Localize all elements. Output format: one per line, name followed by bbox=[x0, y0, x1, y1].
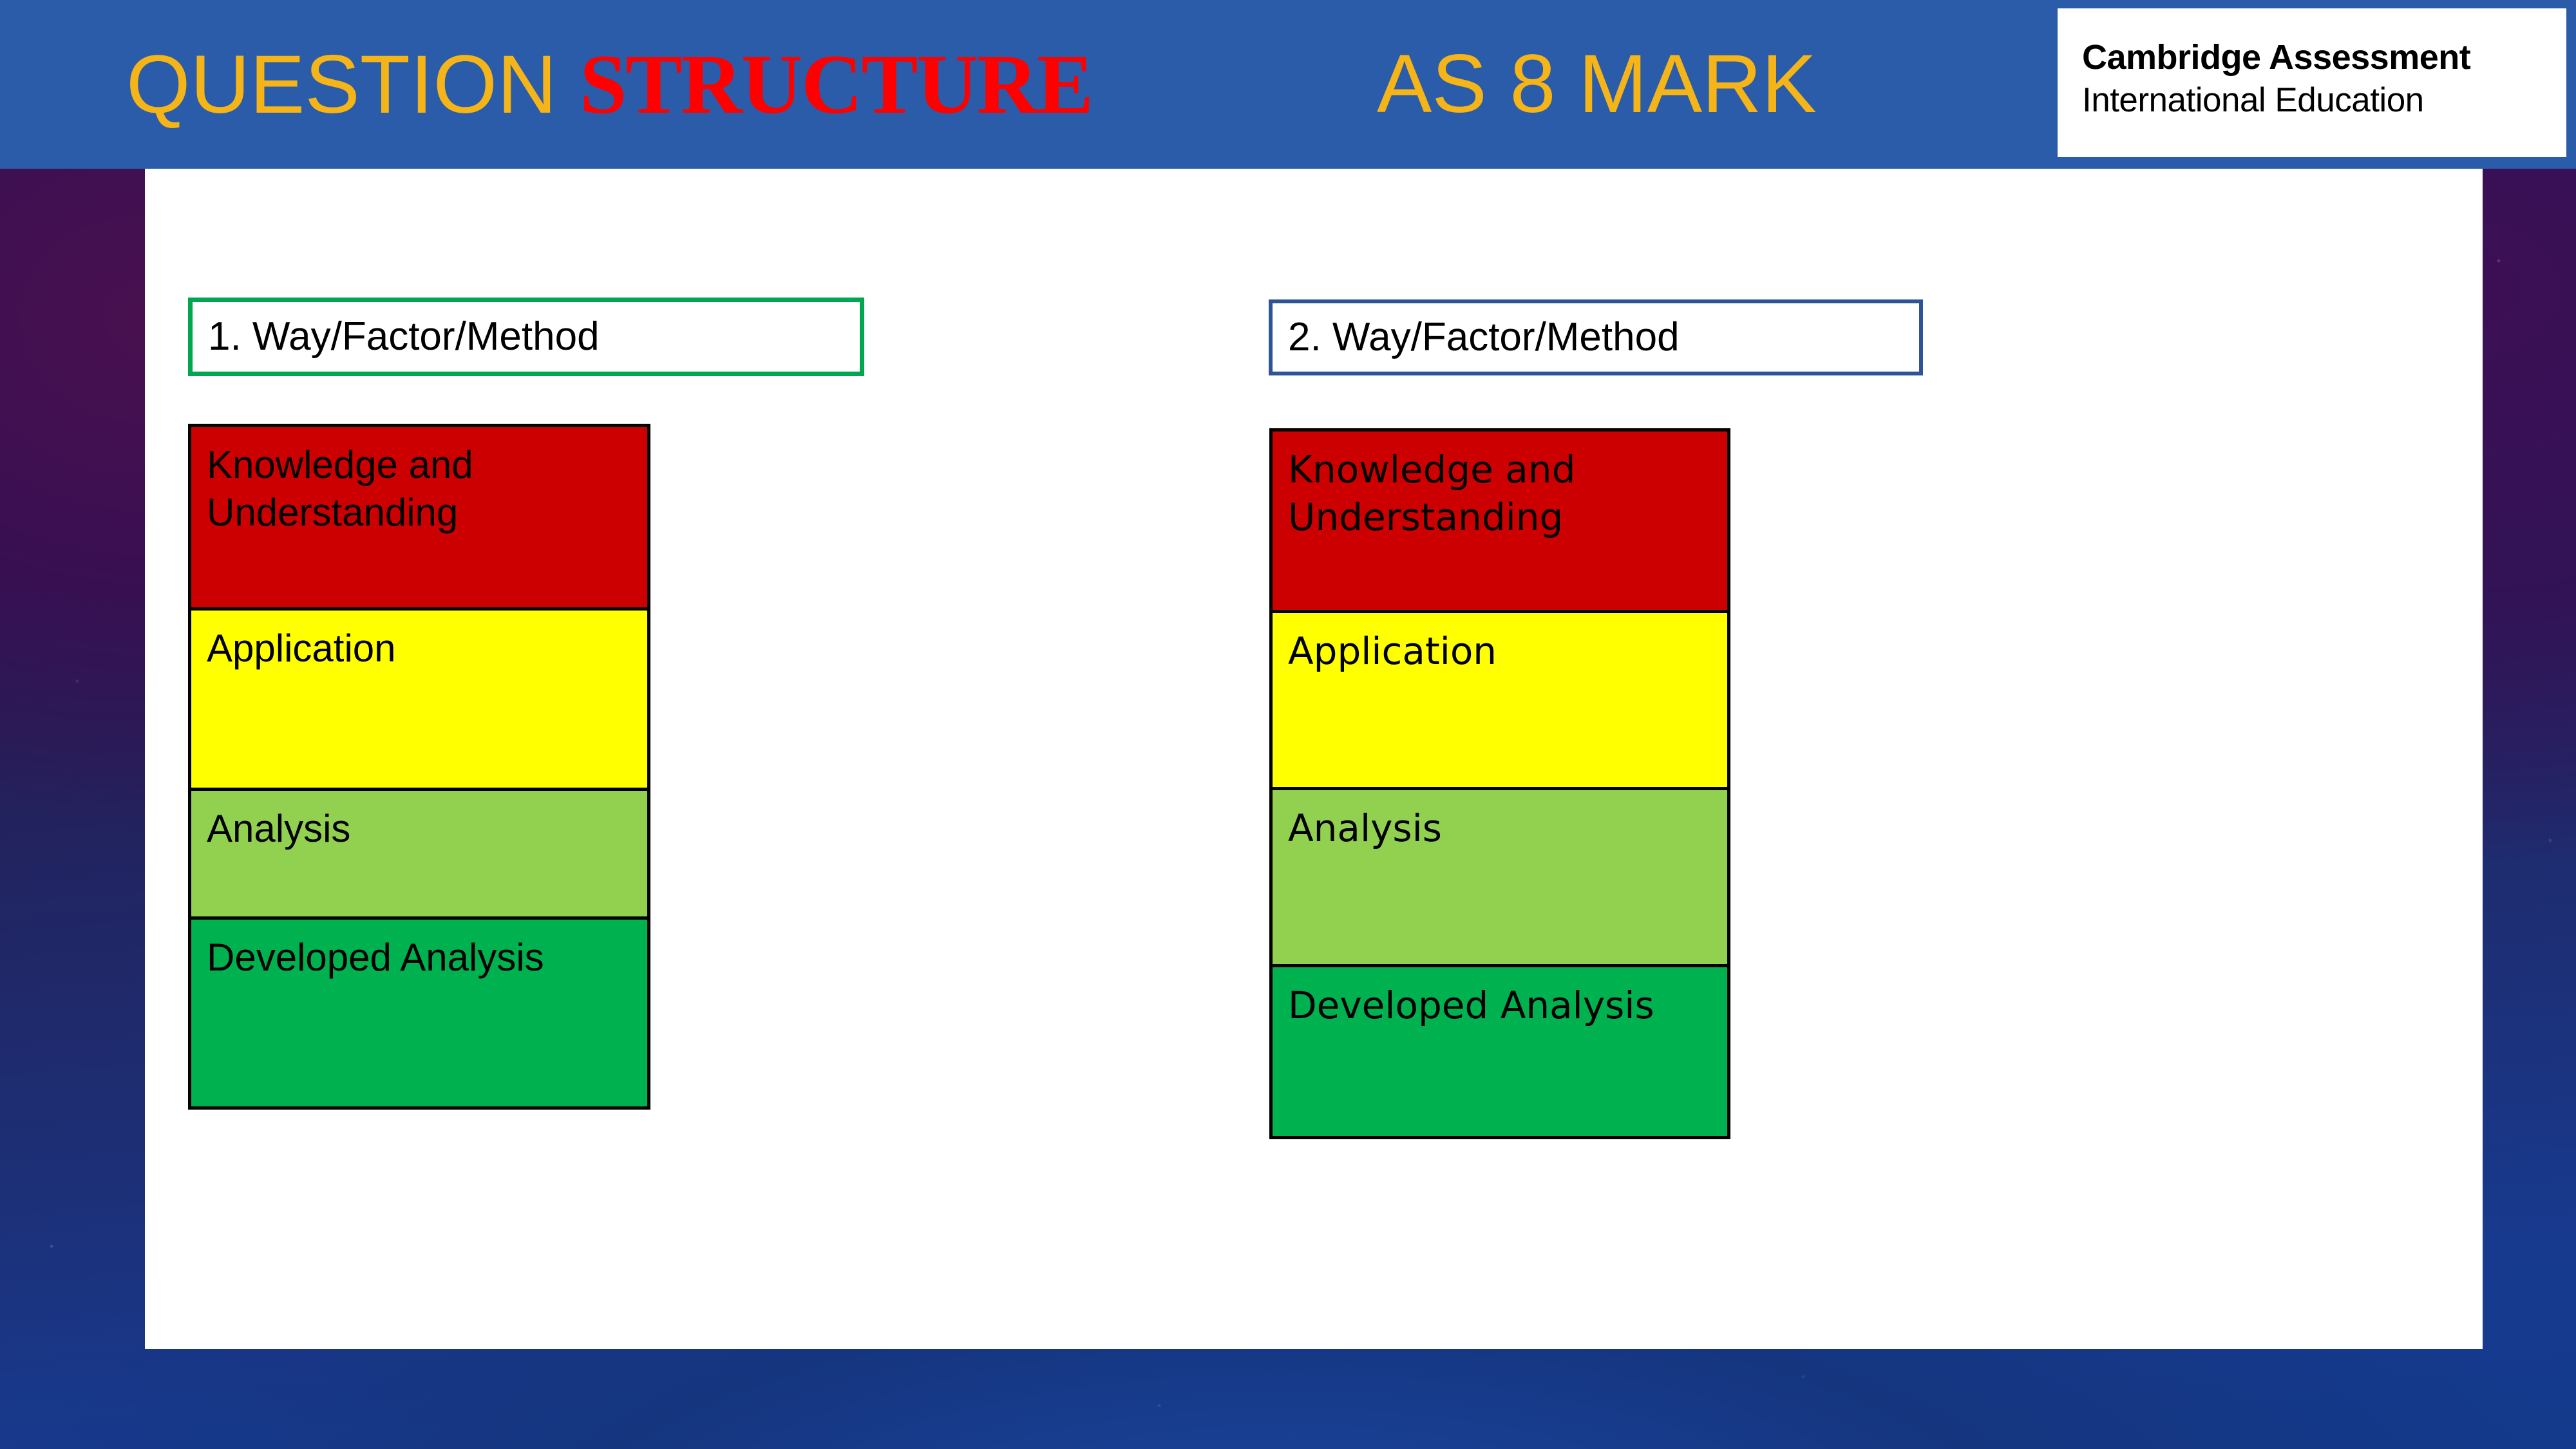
column-1-header-label: 1. Way/Factor/Method bbox=[208, 314, 600, 359]
column-2-header-box[interactable]: 2. Way/Factor/Method bbox=[1269, 299, 1923, 375]
level-label-application: Application bbox=[207, 627, 396, 670]
level-label-developed-analysis: Developed Analysis bbox=[1288, 983, 1654, 1027]
cambridge-assessment-logo: Cambridge Assessment International Educa… bbox=[2058, 8, 2566, 157]
page-title: QUESTION STRUCTURE bbox=[126, 17, 1094, 153]
level-block-application[interactable]: Application bbox=[1269, 610, 1730, 790]
level-block-application[interactable]: Application bbox=[188, 607, 650, 791]
level-label-analysis: Analysis bbox=[1288, 806, 1442, 850]
title-word-question: QUESTION bbox=[126, 39, 580, 131]
level-block-analysis[interactable]: Analysis bbox=[188, 788, 650, 920]
level-label-application: Application bbox=[1288, 629, 1497, 673]
level-label-knowledge-understanding: Knowledge and Understanding bbox=[207, 443, 473, 534]
level-label-developed-analysis: Developed Analysis bbox=[207, 936, 544, 979]
title-word-structure: STRUCTURE bbox=[580, 37, 1094, 131]
column-2-header-label: 2. Way/Factor/Method bbox=[1288, 315, 1680, 359]
level-block-analysis[interactable]: Analysis bbox=[1269, 787, 1730, 967]
answer-column-1: 1. Way/Factor/Method Knowledge and Under… bbox=[188, 298, 864, 1110]
column-1-level-stack: Knowledge and Understanding Application … bbox=[188, 424, 650, 1110]
logo-primary-text: Cambridge Assessment bbox=[2082, 38, 2471, 77]
column-2-level-stack: Knowledge and Understanding Application … bbox=[1269, 428, 1730, 1139]
title-subtitle: AS 8 MARK bbox=[1377, 38, 1817, 130]
logo-secondary-text: International Education bbox=[2082, 81, 2424, 119]
level-label-analysis: Analysis bbox=[207, 807, 351, 850]
level-block-knowledge-understanding[interactable]: Knowledge and Understanding bbox=[188, 424, 650, 611]
column-1-header-box[interactable]: 1. Way/Factor/Method bbox=[188, 298, 864, 376]
slide-content-panel: 1. Way/Factor/Method Knowledge and Under… bbox=[145, 169, 2483, 1349]
level-block-knowledge-understanding[interactable]: Knowledge and Understanding bbox=[1269, 428, 1730, 613]
level-block-developed-analysis[interactable]: Developed Analysis bbox=[1269, 964, 1730, 1139]
level-block-developed-analysis[interactable]: Developed Analysis bbox=[188, 916, 650, 1110]
level-label-knowledge-understanding: Knowledge and Understanding bbox=[1288, 448, 1576, 539]
answer-column-2: 2. Way/Factor/Method Knowledge and Under… bbox=[1269, 299, 1923, 1139]
